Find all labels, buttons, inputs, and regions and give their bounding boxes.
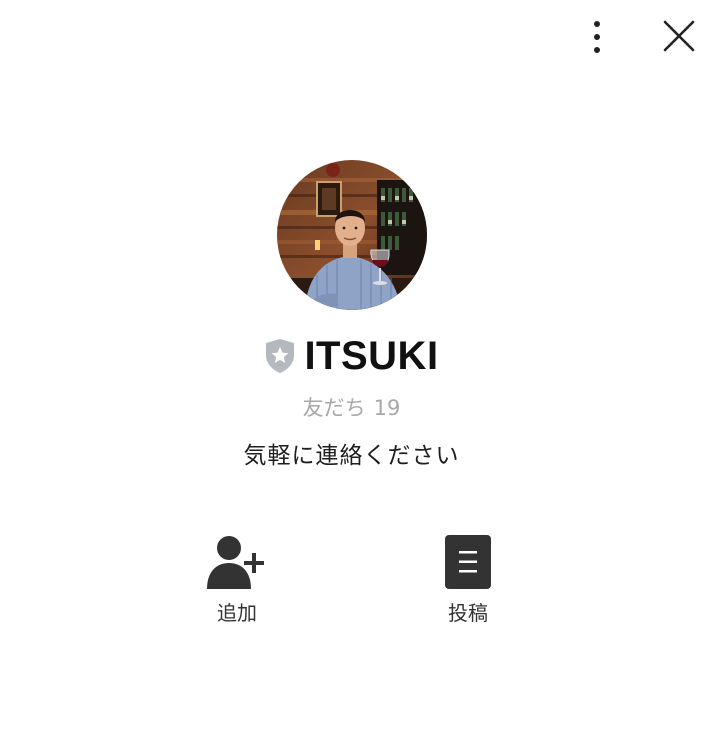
post-document-icon — [445, 535, 491, 589]
profile-name-row: ITSUKI — [0, 332, 703, 380]
profile-avatar[interactable] — [277, 160, 427, 310]
profile-screen: ITSUKI 友だち 19 気軽に連絡ください 追加 投稿 — [0, 0, 703, 754]
friends-count-row[interactable]: 友だち 19 — [0, 393, 703, 423]
verified-shield-icon — [266, 339, 295, 373]
status-message: 気軽に連絡ください — [243, 443, 460, 469]
posts-label: 投稿 — [448, 601, 488, 625]
vertical-ellipsis-icon — [594, 21, 600, 53]
close-x-icon — [663, 20, 695, 52]
add-friend-button[interactable]: 追加 — [182, 533, 292, 627]
profile-name: ITSUKI — [304, 334, 439, 378]
add-friend-label: 追加 — [217, 601, 257, 625]
friends-count: 19 — [373, 396, 401, 420]
more-options-button[interactable] — [582, 18, 612, 56]
posts-button[interactable]: 投稿 — [413, 533, 523, 627]
add-friend-icon — [207, 536, 264, 589]
close-button[interactable] — [660, 17, 698, 55]
friends-label: 友だち — [302, 396, 366, 420]
avatar-photo — [277, 160, 427, 310]
